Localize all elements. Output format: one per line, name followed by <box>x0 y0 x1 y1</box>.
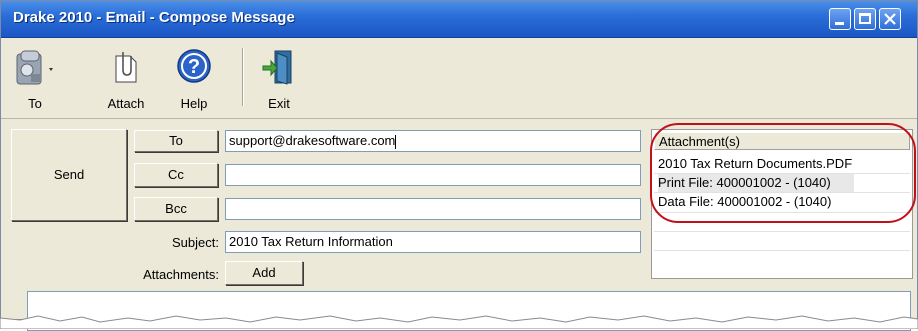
bcc-field[interactable] <box>225 198 641 220</box>
toolbar-attach-label: Attach <box>107 96 145 111</box>
subject-field[interactable]: 2010 Tax Return Information <box>225 231 641 253</box>
to-button[interactable]: To <box>134 130 218 152</box>
paperclip-icon <box>115 52 137 83</box>
title-bar[interactable]: Drake 2010 - Email - Compose Message <box>1 1 917 38</box>
address-book-icon <box>16 50 53 85</box>
toolbar-attach-button[interactable]: Attach <box>101 42 151 114</box>
compose-window: Drake 2010 - Email - Compose Message To <box>0 0 918 331</box>
cc-field[interactable] <box>225 164 641 186</box>
toolbar-exit-button[interactable]: Exit <box>259 42 299 114</box>
send-button[interactable]: Send <box>11 129 127 221</box>
attachments-label: Attachments: <box>143 267 219 282</box>
bcc-button[interactable]: Bcc <box>134 197 218 221</box>
text-cursor <box>395 134 397 149</box>
row-divider <box>654 250 910 251</box>
toolbar-separator <box>242 48 243 106</box>
close-button[interactable] <box>879 8 901 30</box>
bcc-button-label: Bcc <box>165 201 187 216</box>
maximize-icon <box>859 13 871 24</box>
maximize-button[interactable] <box>854 8 876 30</box>
toolbar-help-label: Help <box>180 96 208 111</box>
toolbar-exit-label: Exit <box>268 96 290 111</box>
to-field-value: support@drakesoftware.com <box>229 133 396 148</box>
send-label: Send <box>53 167 85 182</box>
toolbar: To Attach ? Help Exit <box>1 38 917 119</box>
close-icon <box>884 13 896 25</box>
minimize-button[interactable] <box>829 8 851 30</box>
exit-door-icon <box>262 50 292 85</box>
help-icon: ? <box>177 49 211 83</box>
subject-field-value: 2010 Tax Return Information <box>229 234 393 249</box>
to-field[interactable]: support@drakesoftware.com <box>225 130 641 152</box>
torn-edge <box>0 315 918 329</box>
svg-text:?: ? <box>188 56 200 78</box>
window-title: Drake 2010 - Email - Compose Message <box>13 9 295 26</box>
toolbar-to-label: To <box>28 96 42 111</box>
add-label: Add <box>252 265 276 280</box>
minimize-icon <box>835 22 844 25</box>
cc-button[interactable]: Cc <box>134 163 218 187</box>
toolbar-help-button[interactable]: ? Help <box>173 42 215 114</box>
highlight-oval <box>650 123 916 223</box>
add-attachment-button[interactable]: Add <box>225 261 303 285</box>
to-button-label: To <box>169 133 183 148</box>
subject-label: Subject: <box>172 235 219 250</box>
row-divider <box>654 231 910 232</box>
toolbar-to-button[interactable]: To <box>9 42 61 114</box>
cc-button-label: Cc <box>168 167 184 182</box>
